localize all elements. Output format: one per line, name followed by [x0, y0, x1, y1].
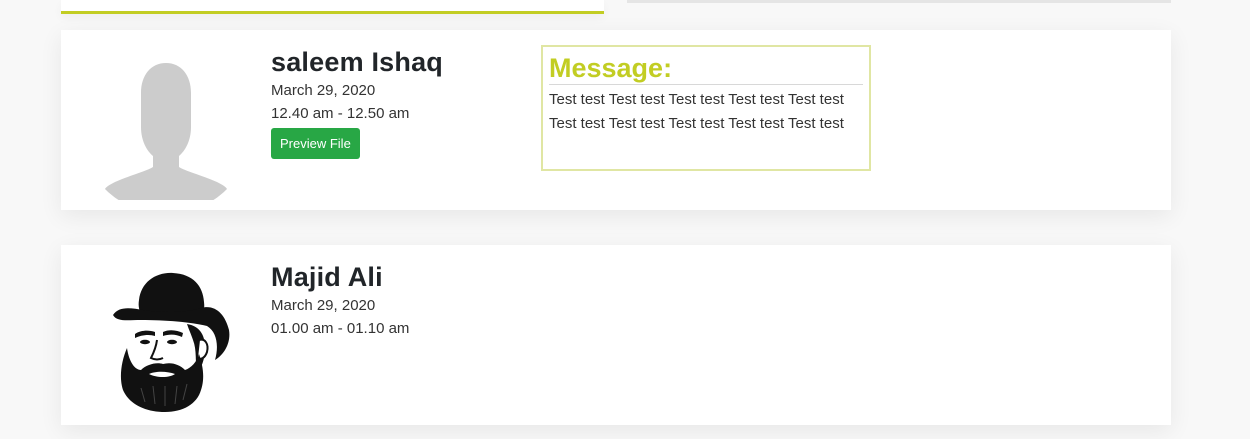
appointment-time: 12.40 am - 12.50 am	[271, 105, 410, 122]
appointment-info: saleem Ishaq March 29, 2020 12.40 am - 1…	[271, 46, 443, 159]
tab-inactive[interactable]	[627, 0, 1171, 3]
person-name: saleem Ishaq	[271, 47, 443, 77]
preview-file-button[interactable]: Preview File	[271, 128, 360, 159]
appointment-date: March 29, 2020	[271, 297, 376, 314]
appointment-time: 01.00 am - 01.10 am	[271, 320, 410, 337]
appointment-card: saleem Ishaq March 29, 2020 12.40 am - 1…	[61, 30, 1171, 210]
message-title: Message:	[549, 53, 863, 85]
appointment-info: Majid Ali March 29, 2020 01.00 am - 01.1…	[271, 261, 409, 340]
appointment-date: March 29, 2020	[271, 82, 376, 99]
tab-active[interactable]	[61, 0, 604, 14]
page: saleem Ishaq March 29, 2020 12.40 am - 1…	[0, 0, 1250, 439]
message-box: Message: Test test Test test Test test T…	[541, 45, 871, 171]
person-name: Majid Ali	[271, 262, 383, 292]
default-user-silhouette-icon	[101, 55, 231, 200]
message-text: Test test Test test Test test Test test …	[549, 91, 844, 132]
bearded-man-hat-icon	[101, 270, 231, 415]
appointment-card: Majid Ali March 29, 2020 01.00 am - 01.1…	[61, 245, 1171, 425]
